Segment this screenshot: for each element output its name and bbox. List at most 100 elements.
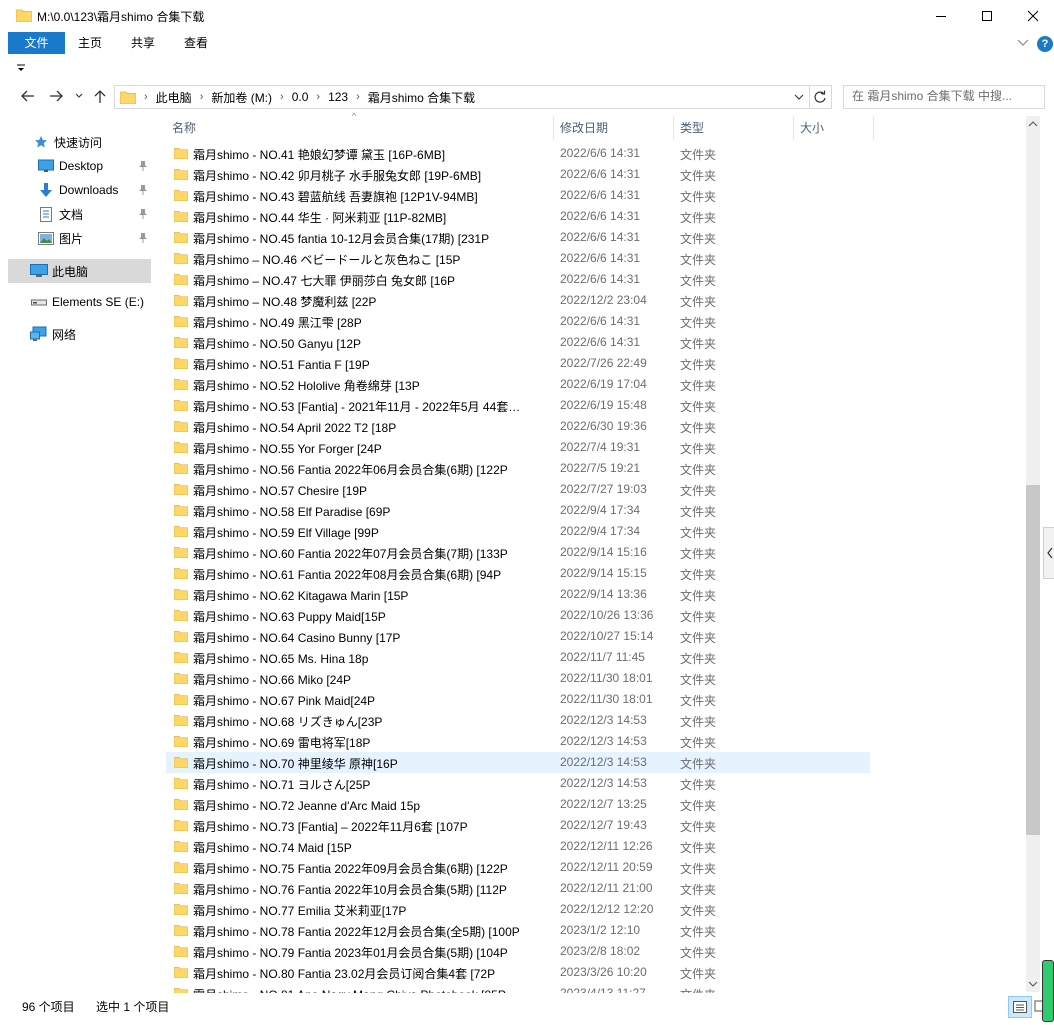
- file-row[interactable]: 霜月shimo - NO.67 Pink Maid[24P 2022/11/30 …: [166, 689, 870, 710]
- file-row[interactable]: 霜月shimo - NO.65 Ms. Hina 18p 2022/11/7 11…: [166, 647, 870, 668]
- sidebar-item-elements-drive[interactable]: Elements SE (E:): [0, 291, 152, 313]
- sidebar-item-this-pc[interactable]: 此电脑: [8, 259, 151, 283]
- sidebar-item-pictures[interactable]: 图片: [0, 227, 152, 249]
- file-row[interactable]: 霜月shimo - NO.54 April 2022 T2 [18P 2022/6…: [166, 416, 870, 437]
- file-name[interactable]: 霜月shimo - NO.76 Fantia 2022年10月会员合集(5期) …: [193, 881, 543, 898]
- file-row[interactable]: 霜月shimo - NO.52 Hololive 角卷绵芽 [13P 2022/6…: [166, 374, 870, 395]
- file-name[interactable]: 霜月shimo - NO.55 Yor Forger [24P: [193, 440, 543, 457]
- search-input[interactable]: [844, 86, 1032, 106]
- file-row[interactable]: 霜月shimo - NO.41 艳娘幻梦谭 黛玉 [16P-6MB] 2022/6…: [166, 143, 870, 164]
- maximize-button[interactable]: [964, 0, 1010, 31]
- tab-view[interactable]: 查看: [170, 32, 222, 54]
- tab-share[interactable]: 共享: [118, 32, 168, 54]
- file-row[interactable]: 霜月shimo - NO.60 Fantia 2022年07月会员合集(7期) …: [166, 542, 870, 563]
- address-history-button[interactable]: [789, 86, 809, 108]
- sidebar-item-documents[interactable]: 文档: [0, 203, 152, 225]
- file-row[interactable]: 霜月shimo - NO.59 Elf Village [99P 2022/9/4…: [166, 521, 870, 542]
- recent-locations-button[interactable]: [72, 86, 86, 106]
- file-row[interactable]: 霜月shimo - NO.63 Puppy Maid[15P 2022/10/26…: [166, 605, 870, 626]
- breadcrumb-item[interactable]: 123: [328, 90, 348, 104]
- file-name[interactable]: 霜月shimo - NO.78 Fantia 2022年12月会员合集(全5期)…: [193, 923, 543, 940]
- forward-button[interactable]: [46, 86, 66, 106]
- file-row[interactable]: 霜月shimo - NO.70 神里绫华 原神[16P 2022/12/3 14:…: [166, 752, 870, 773]
- help-icon[interactable]: ?: [1037, 36, 1053, 52]
- breadcrumb-item[interactable]: 新加卷 (M:): [211, 89, 272, 106]
- file-row[interactable]: 霜月shimo - NO.51 Fantia F [19P 2022/7/26 2…: [166, 353, 870, 374]
- file-row[interactable]: 霜月shimo - NO.55 Yor Forger [24P 2022/7/4 …: [166, 437, 870, 458]
- scroll-down-button[interactable]: [1026, 976, 1040, 992]
- address-bar[interactable]: › 此电脑 › 新加卷 (M:) › 0.0 › 123 › 霜月shimo 合…: [114, 85, 810, 109]
- minimize-button[interactable]: [918, 0, 964, 31]
- file-name[interactable]: 霜月shimo - NO.81 Ano Nagy Mang Chiya Phot…: [193, 986, 543, 993]
- file-name[interactable]: 霜月shimo - NO.67 Pink Maid[24P: [193, 692, 543, 709]
- file-name[interactable]: 霜月shimo - NO.58 Elf Paradise [69P: [193, 503, 543, 520]
- file-row[interactable]: 霜月shimo - NO.43 碧蓝航线 吾妻旗袍 [12P1V-94MB] 20…: [166, 185, 870, 206]
- file-name[interactable]: 霜月shimo - NO.74 Maid [15P: [193, 839, 543, 856]
- file-row[interactable]: 霜月shimo - NO.79 Fantia 2023年01月会员合集(5期) …: [166, 941, 870, 962]
- file-row[interactable]: 霜月shimo - NO.58 Elf Paradise [69P 2022/9/…: [166, 500, 870, 521]
- file-name[interactable]: 霜月shimo - NO.71 ヨルさん[25P: [193, 776, 543, 793]
- navigation-pane-scrollbar[interactable]: [153, 116, 159, 992]
- back-button[interactable]: [18, 86, 38, 106]
- file-name[interactable]: 霜月shimo - NO.59 Elf Village [99P: [193, 524, 543, 541]
- file-name[interactable]: 霜月shimo - NO.70 神里绫华 原神[16P: [193, 755, 543, 772]
- file-name[interactable]: 霜月shimo - NO.53 [Fantia] - 2021年11月 - 20…: [193, 398, 543, 415]
- file-row[interactable]: 霜月shimo - NO.62 Kitagawa Marin [15P 2022/…: [166, 584, 870, 605]
- file-name[interactable]: 霜月shimo - NO.60 Fantia 2022年07月会员合集(7期) …: [193, 545, 543, 562]
- file-row[interactable]: 霜月shimo - NO.72 Jeanne d'Arc Maid 15p 202…: [166, 794, 870, 815]
- file-row[interactable]: 霜月shimo - NO.64 Casino Bunny [17P 2022/10…: [166, 626, 870, 647]
- file-name[interactable]: 霜月shimo - NO.68 リズきゅん[23P: [193, 713, 543, 730]
- file-row[interactable]: 霜月shimo - NO.74 Maid [15P 2022/12/11 12:2…: [166, 836, 870, 857]
- file-row[interactable]: 霜月shimo - NO.68 リズきゅん[23P 2022/12/3 14:53…: [166, 710, 870, 731]
- file-name[interactable]: 霜月shimo - NO.43 碧蓝航线 吾妻旗袍 [12P1V-94MB]: [193, 188, 543, 205]
- details-view-button[interactable]: [1008, 996, 1032, 1018]
- file-row[interactable]: 霜月shimo - NO.50 Ganyu [12P 2022/6/6 14:31…: [166, 332, 870, 353]
- file-row[interactable]: 霜月shimo - NO.56 Fantia 2022年06月会员合集(6期) …: [166, 458, 870, 479]
- file-name[interactable]: 霜月shimo - NO.80 Fantia 23.02月会员订阅合集4套 [7…: [193, 965, 543, 982]
- file-name[interactable]: 霜月shimo - NO.44 华生 · 阿米莉亚 [11P-82MB]: [193, 209, 543, 226]
- tab-file[interactable]: 文件: [8, 32, 65, 54]
- file-row[interactable]: 霜月shimo - NO.69 雷电将军[18P 2022/12/3 14:53 文…: [166, 731, 870, 752]
- file-row[interactable]: 霜月shimo - NO.78 Fantia 2022年12月会员合集(全5期)…: [166, 920, 870, 941]
- file-row[interactable]: 霜月shimo - NO.77 Emilia 艾米莉亚[17P 2022/12/1…: [166, 899, 870, 920]
- file-row[interactable]: 霜月shimo - NO.73 [Fantia] – 2022年11月6套 [1…: [166, 815, 870, 836]
- close-button[interactable]: [1010, 0, 1054, 31]
- file-name[interactable]: 霜月shimo – NO.46 ベビードールと灰色ねこ [15P: [193, 251, 543, 268]
- file-row[interactable]: 霜月shimo - NO.49 黑江雫 [28P 2022/6/6 14:31 文件…: [166, 311, 870, 332]
- sidebar-item-network[interactable]: 网络: [0, 323, 152, 345]
- quick-access-toolbar-dropdown[interactable]: [14, 62, 28, 74]
- file-name[interactable]: 霜月shimo - NO.66 Miko [24P: [193, 671, 543, 688]
- file-row[interactable]: 霜月shimo - NO.80 Fantia 23.02月会员订阅合集4套 [7…: [166, 962, 870, 983]
- file-row[interactable]: 霜月shimo - NO.61 Fantia 2022年08月会员合集(6期) …: [166, 563, 870, 584]
- file-row[interactable]: 霜月shimo - NO.71 ヨルさん[25P 2022/12/3 14:53 文…: [166, 773, 870, 794]
- file-row[interactable]: 霜月shimo - NO.53 [Fantia] - 2021年11月 - 20…: [166, 395, 870, 416]
- file-name[interactable]: 霜月shimo - NO.73 [Fantia] – 2022年11月6套 [1…: [193, 818, 543, 835]
- file-name[interactable]: 霜月shimo – NO.48 梦魔利兹 [22P: [193, 293, 543, 310]
- file-name[interactable]: 霜月shimo - NO.57 Chesire [19P: [193, 482, 543, 499]
- file-name[interactable]: 霜月shimo - NO.77 Emilia 艾米莉亚[17P: [193, 902, 543, 919]
- file-name[interactable]: 霜月shimo - NO.42 卯月桃子 水手服兔女郎 [19P-6MB]: [193, 167, 543, 184]
- up-button[interactable]: [90, 86, 110, 106]
- file-name[interactable]: 霜月shimo - NO.51 Fantia F [19P: [193, 356, 543, 373]
- file-row[interactable]: 霜月shimo - NO.44 华生 · 阿米莉亚 [11P-82MB] 2022…: [166, 206, 870, 227]
- ribbon-expand-button[interactable]: [1014, 36, 1032, 50]
- file-name[interactable]: 霜月shimo - NO.72 Jeanne d'Arc Maid 15p: [193, 797, 543, 814]
- file-name[interactable]: 霜月shimo - NO.50 Ganyu [12P: [193, 335, 543, 352]
- file-row[interactable]: 霜月shimo - NO.57 Chesire [19P 2022/7/27 19…: [166, 479, 870, 500]
- file-name[interactable]: 霜月shimo - NO.75 Fantia 2022年09月会员合集(6期) …: [193, 860, 543, 877]
- column-header-size[interactable]: 大小: [794, 116, 874, 140]
- file-name[interactable]: 霜月shimo - NO.69 雷电将军[18P: [193, 734, 543, 751]
- file-name[interactable]: 霜月shimo - NO.52 Hololive 角卷绵芽 [13P: [193, 377, 543, 394]
- file-row[interactable]: 霜月shimo - NO.42 卯月桃子 水手服兔女郎 [19P-6MB] 202…: [166, 164, 870, 185]
- file-name[interactable]: 霜月shimo - NO.79 Fantia 2023年01月会员合集(5期) …: [193, 944, 543, 961]
- search-box[interactable]: [843, 85, 1045, 109]
- file-row[interactable]: 霜月shimo - NO.76 Fantia 2022年10月会员合集(5期) …: [166, 878, 870, 899]
- file-name[interactable]: 霜月shimo - NO.45 fantia 10-12月会员合集(17期) […: [193, 230, 543, 247]
- file-row[interactable]: 霜月shimo - NO.45 fantia 10-12月会员合集(17期) […: [166, 227, 870, 248]
- file-row[interactable]: 霜月shimo - NO.66 Miko [24P 2022/11/30 18:0…: [166, 668, 870, 689]
- file-name[interactable]: 霜月shimo - NO.41 艳娘幻梦谭 黛玉 [16P-6MB]: [193, 146, 543, 163]
- preview-pane-toggle[interactable]: [1043, 527, 1054, 579]
- file-row[interactable]: 霜月shimo – NO.48 梦魔利兹 [22P 2022/12/2 23:04…: [166, 290, 870, 311]
- file-name[interactable]: 霜月shimo - NO.56 Fantia 2022年06月会员合集(6期) …: [193, 461, 543, 478]
- column-header-date[interactable]: 修改日期: [554, 116, 674, 140]
